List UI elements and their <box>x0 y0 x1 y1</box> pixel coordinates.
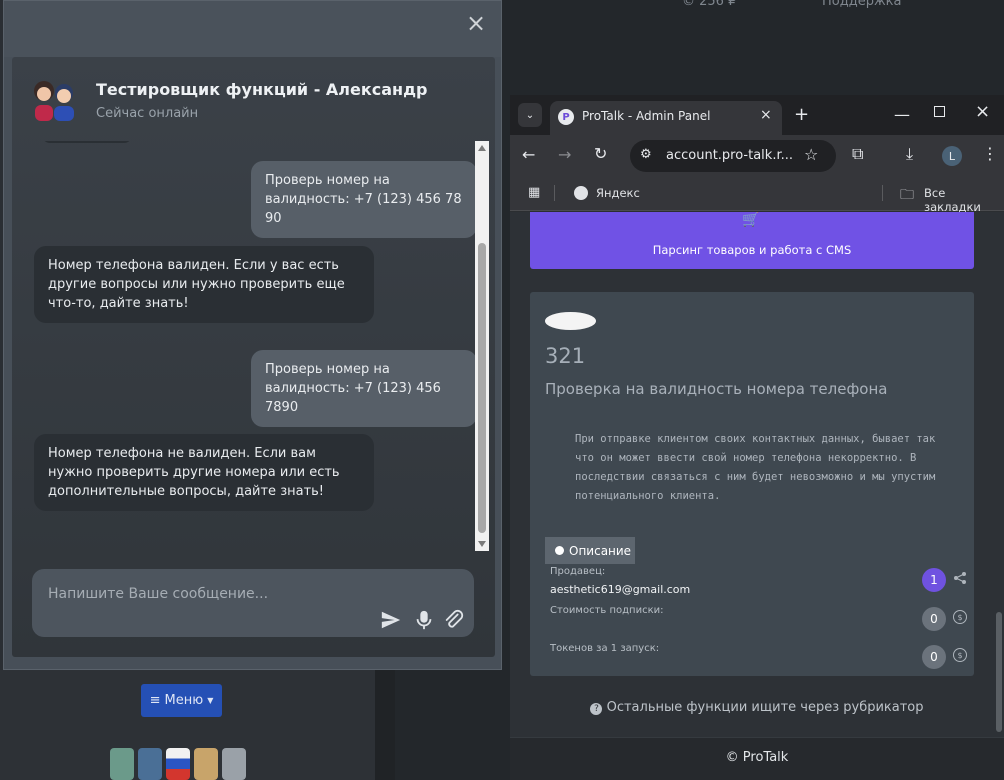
price-label: Стоимость подписки: <box>550 605 664 616</box>
cart-icon: 🛒 <box>742 212 760 228</box>
page-viewport: 🛒 Парсинг товаров и работа с CMS 321 Про… <box>510 212 1004 780</box>
seller-value: aesthetic619@gmail.com <box>550 583 691 596</box>
maximize-icon[interactable] <box>934 106 945 117</box>
bookmark-yandex[interactable]: Яндекс <box>596 186 640 200</box>
chat-scrollbar[interactable] <box>475 141 489 551</box>
tokens-value-badge: 0 <box>922 645 946 669</box>
share-icon[interactable] <box>953 571 967 585</box>
tab-title: ProTalk - Admin Panel <box>582 109 711 123</box>
chat-agent-name: Тестировщик функций - Александр <box>96 80 428 99</box>
function-card-cms[interactable]: 🛒 Парсинг товаров и работа с CMS <box>530 212 974 269</box>
chatgpt-icon[interactable] <box>110 748 134 780</box>
description-button-label: Описание <box>569 543 632 558</box>
description-button[interactable]: Описание <box>545 537 635 564</box>
more-menu-icon[interactable]: ⋮ <box>982 144 998 163</box>
agent-avatar-icon <box>34 81 74 121</box>
question-circle-icon: ? <box>590 703 603 715</box>
page-footer: © ProTalk <box>510 737 1004 780</box>
chat-scroll-thumb[interactable] <box>478 243 486 533</box>
chat-panel: Тестировщик функций - Александр Сейчас о… <box>12 57 495 657</box>
minimize-icon[interactable]: — <box>894 105 910 124</box>
balance-label[interactable]: © 256 ₽ <box>682 0 736 9</box>
catalog-hint-text: Остальные функции ищите через рубрикатор <box>606 700 924 715</box>
user-message: Проверь номер на валидность: +7 (123) 45… <box>251 161 477 238</box>
catalog-hint: ? Остальные функции ищите через рубрикат… <box>510 700 1004 715</box>
coin-icon: $ <box>953 648 967 662</box>
browser-window: ⌄ P ProTalk - Admin Panel × + — × ← → ↻ … <box>510 95 1004 780</box>
tab-search-icon[interactable]: ⌄ <box>518 103 542 127</box>
window-close-icon[interactable]: × <box>975 101 990 122</box>
site-settings-icon[interactable]: ⚙ <box>640 147 652 162</box>
protalk-favicon-icon: P <box>558 109 574 125</box>
forward-arrow-icon[interactable]: → <box>558 145 571 164</box>
tab-close-icon[interactable]: × <box>760 107 772 123</box>
price-value-badge: 0 <box>922 607 946 631</box>
profile-avatar[interactable]: L <box>942 146 962 166</box>
browser-tabbar: ⌄ P ProTalk - Admin Panel × + — × <box>510 95 1004 135</box>
bot-message: Номер телефона не валиден. Если вам нужн… <box>34 434 374 511</box>
new-tab-icon[interactable]: + <box>794 104 809 125</box>
message-composer <box>32 569 474 637</box>
background-header: © 256 ₽ Поддержка <box>502 0 1004 95</box>
document-icon[interactable] <box>222 748 246 780</box>
background-divider <box>375 670 395 780</box>
hamburger-icon: ≡ <box>149 693 161 708</box>
address-bar[interactable]: ⚙ account.pro-talk.r... ☆ <box>630 140 836 172</box>
download-icon[interactable]: ⤓ <box>906 144 913 164</box>
message-list: Проверь номер на валидность: +7 (123) 45… <box>22 141 477 551</box>
bookmarks-divider <box>554 185 555 201</box>
chat-titlebar: × <box>4 1 501 57</box>
message-input[interactable] <box>48 583 378 605</box>
reload-icon[interactable]: ↻ <box>594 144 607 163</box>
address-bar-text: account.pro-talk.r... <box>666 148 794 163</box>
function-logo-icon <box>545 312 596 330</box>
page-scroll-thumb[interactable] <box>996 612 1002 732</box>
support-link[interactable]: Поддержка <box>822 0 902 9</box>
user-message: Проверь номер на валидность: +7 (123) 45… <box>251 350 477 427</box>
chat-agent-status: Сейчас онлайн <box>96 106 199 121</box>
bookmark-star-icon[interactable]: ☆ <box>804 145 818 164</box>
scroll-up-icon[interactable] <box>478 145 486 151</box>
extensions-icon[interactable]: ⧉ <box>852 144 863 164</box>
send-icon[interactable] <box>380 609 402 631</box>
scroll-down-icon[interactable] <box>478 541 486 547</box>
chat-window: × Тестировщик функций - Александр Сейчас… <box>3 0 502 670</box>
folder-icon: 🗀 <box>900 187 914 203</box>
function-id: 321 <box>545 344 586 368</box>
bot-message: Номер телефона валиден. Если у вас есть … <box>34 246 374 323</box>
coin-icon: $ <box>953 610 967 624</box>
function-card: 321 Проверка на валидность номера телефо… <box>530 292 974 676</box>
microphone-icon[interactable] <box>413 609 435 631</box>
back-arrow-icon[interactable]: ← <box>522 145 535 164</box>
previous-message-fragment <box>42 141 132 143</box>
bottom-icon-row <box>110 748 246 780</box>
menu-button-label: Меню <box>164 693 204 708</box>
caret-down-icon: ▼ <box>207 696 214 705</box>
russian-flag-icon[interactable] <box>166 748 190 780</box>
scroll-icon[interactable] <box>194 748 218 780</box>
browser-tab[interactable]: P ProTalk - Admin Panel × <box>550 101 782 135</box>
globe-icon <box>574 186 588 200</box>
bookmark-all[interactable]: Все закладки <box>924 186 1004 214</box>
browser-toolbar: ← → ↻ ⚙ account.pro-talk.r... ☆ ⧉ ⤓ L ⋮ <box>510 135 1004 177</box>
bookmarks-divider <box>882 185 883 201</box>
close-icon[interactable]: × <box>464 11 488 35</box>
seller-label: Продавец: <box>550 566 606 577</box>
function-description: При отправке клиентом своих контактных д… <box>575 433 936 502</box>
person-icon[interactable] <box>138 748 162 780</box>
apps-grid-icon[interactable]: ▦ <box>528 185 540 200</box>
seller-count-badge[interactable]: 1 <box>922 568 946 592</box>
bookmarks-bar: ▦ Яндекс 🗀 Все закладки <box>510 177 1004 214</box>
tokens-label: Токенов за 1 запуск: <box>550 643 660 654</box>
info-dot-icon <box>555 546 564 555</box>
paperclip-icon[interactable] <box>443 609 465 631</box>
menu-button[interactable]: ≡ Меню ▼ <box>141 684 222 717</box>
page-scrollbar[interactable] <box>994 212 1004 737</box>
function-title: Проверка на валидность номера телефона <box>545 380 888 398</box>
function-card-cms-label: Парсинг товаров и работа с CMS <box>652 243 852 257</box>
footer-copyright: © ProTalk <box>725 750 789 765</box>
